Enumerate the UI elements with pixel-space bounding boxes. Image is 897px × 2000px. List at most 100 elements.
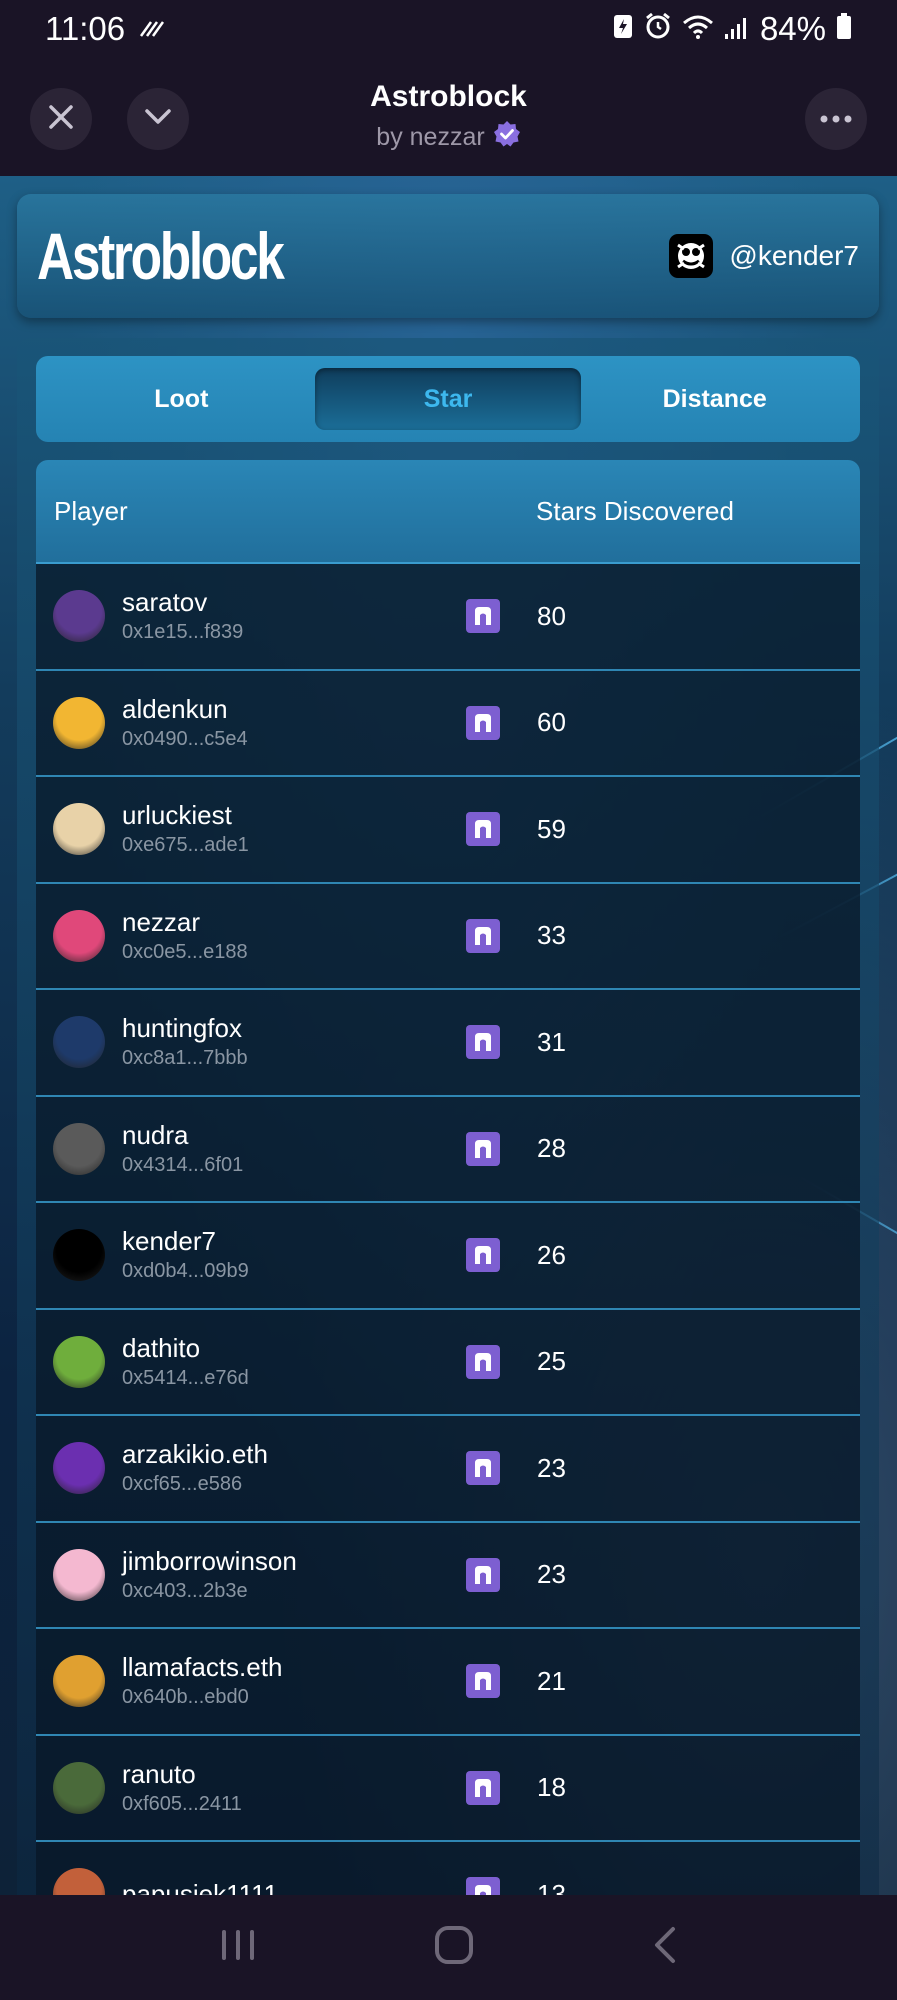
leaderboard-row[interactable]: jimborrowinson 0xc403...2b3e 23	[36, 1522, 860, 1629]
stars-count: 25	[537, 1346, 566, 1377]
player-address: 0xc8a1...7bbb	[122, 1047, 248, 1070]
nft-badge-icon	[466, 705, 500, 740]
nft-badge-icon	[466, 1557, 500, 1592]
astroblock-logo: Astroblock	[37, 219, 285, 293]
game-page: Astroblock @kender7 Loot Star Distance P…	[0, 176, 897, 1895]
nft-badge-icon	[466, 1344, 500, 1379]
leaderboard-row[interactable]: kender7 0xd0b4...09b9 26	[36, 1203, 860, 1310]
player-name: arzakikio.eth	[122, 1439, 268, 1470]
app-title: Astroblock	[370, 79, 527, 113]
player-address: 0xc403...2b3e	[122, 1579, 248, 1602]
player-address: 0xc0e5...e188	[122, 940, 248, 963]
status-time: 11:06	[45, 10, 126, 47]
status-bar: 11:06 84%	[0, 0, 897, 58]
player-avatar	[53, 1016, 105, 1069]
player-address: 0xcf65...e586	[122, 1473, 243, 1496]
brand-card: Astroblock @kender7	[17, 194, 879, 318]
tab-distance[interactable]: Distance	[581, 368, 848, 430]
player-address: 0xe675...ade1	[122, 834, 249, 857]
player-name: papusiek1111	[122, 1879, 279, 1895]
stars-count: 31	[537, 1026, 566, 1057]
nft-badge-icon	[466, 1770, 500, 1805]
user-handle: @kender7	[729, 240, 859, 271]
user-chip[interactable]: @kender7	[669, 234, 859, 278]
leaderboard-table: Player Stars Discovered saratov 0x1e15..…	[36, 460, 860, 1895]
nft-badge-icon	[466, 1664, 500, 1699]
leaderboard-row[interactable]: ranuto 0xf605...2411 18	[36, 1735, 860, 1842]
app-header: Astroblock by nezzar	[0, 58, 897, 176]
player-name: saratov	[122, 587, 208, 618]
leaderboard-tabs: Loot Star Distance	[36, 356, 860, 442]
nft-badge-icon	[466, 812, 500, 847]
player-avatar	[53, 696, 105, 749]
column-header-stars: Stars Discovered	[536, 495, 734, 526]
nft-badge-icon	[466, 1131, 500, 1166]
player-address: 0xf605...2411	[122, 1792, 242, 1815]
player-name: nudra	[122, 1119, 189, 1150]
nft-badge-icon	[466, 1877, 500, 1895]
player-avatar	[53, 590, 105, 643]
player-avatar	[53, 1335, 105, 1388]
call-forward-icon	[139, 10, 165, 48]
table-body: saratov 0x1e15...f839 80 aldenkun 0x0490…	[36, 564, 860, 1895]
recent-apps-button[interactable]	[219, 1927, 257, 1968]
player-avatar	[53, 1548, 105, 1601]
nft-badge-icon	[466, 918, 500, 953]
player-name: urluckiest	[122, 800, 232, 831]
player-name: dathito	[122, 1332, 201, 1363]
player-address: 0x5414...e76d	[122, 1366, 249, 1389]
player-name: aldenkun	[122, 693, 228, 724]
player-address: 0x0490...c5e4	[122, 727, 248, 750]
nft-badge-icon	[466, 599, 500, 634]
column-header-player: Player	[54, 495, 128, 526]
leaderboard-row[interactable]: dathito 0x5414...e76d 25	[36, 1309, 860, 1416]
leaderboard-row[interactable]: aldenkun 0x0490...c5e4 60	[36, 670, 860, 777]
alarm-icon	[644, 10, 672, 48]
tab-star[interactable]: Star	[314, 368, 582, 430]
player-avatar	[53, 1442, 105, 1495]
player-address: 0xd0b4...09b9	[122, 1260, 249, 1283]
minimize-button[interactable]	[127, 88, 189, 150]
leaderboard-row[interactable]: saratov 0x1e15...f839 80	[36, 564, 860, 671]
stars-count: 28	[537, 1133, 566, 1164]
stars-count: 13	[537, 1878, 566, 1895]
more-options-button[interactable]	[805, 88, 867, 150]
stars-count: 60	[537, 707, 566, 738]
signal-icon	[724, 10, 750, 48]
leaderboard-row[interactable]: llamafacts.eth 0x640b...ebd0 21	[36, 1629, 860, 1736]
leaderboard-row[interactable]: urluckiest 0xe675...ade1 59	[36, 777, 860, 884]
stars-count: 26	[537, 1239, 566, 1270]
battery-icon	[836, 10, 852, 48]
leaderboard-row[interactable]: arzakikio.eth 0xcf65...e586 23	[36, 1416, 860, 1523]
stars-count: 33	[537, 920, 566, 951]
tab-loot[interactable]: Loot	[48, 368, 315, 430]
leaderboard-row[interactable]: nudra 0x4314...6f01 28	[36, 1096, 860, 1203]
nft-badge-icon	[466, 1238, 500, 1273]
stars-count: 23	[537, 1452, 566, 1483]
player-address: 0x4314...6f01	[122, 1153, 244, 1176]
more-horizontal-icon	[820, 110, 852, 128]
player-avatar	[53, 803, 105, 856]
wifi-icon	[682, 10, 714, 48]
player-name: jimborrowinson	[122, 1545, 297, 1576]
player-avatar	[53, 1229, 105, 1282]
player-avatar	[53, 1761, 105, 1814]
battery-percent: 84%	[759, 10, 826, 47]
player-name: kender7	[122, 1226, 216, 1257]
stars-count: 23	[537, 1559, 566, 1590]
stars-count: 80	[537, 600, 566, 631]
leaderboard-row[interactable]: papusiek1111 13	[36, 1842, 860, 1895]
player-avatar	[53, 1868, 105, 1895]
leaderboard-panel: Loot Star Distance Player Stars Discover…	[17, 338, 879, 1895]
close-button[interactable]	[30, 88, 92, 150]
stars-count: 59	[537, 813, 566, 844]
home-button[interactable]	[434, 1925, 474, 1970]
back-button[interactable]	[651, 1925, 679, 1970]
player-avatar	[53, 1122, 105, 1175]
leaderboard-row[interactable]: nezzar 0xc0e5...e188 33	[36, 883, 860, 990]
player-name: huntingfox	[122, 1013, 242, 1044]
table-header: Player Stars Discovered	[36, 460, 860, 564]
stars-count: 21	[537, 1665, 566, 1696]
leaderboard-row[interactable]: huntingfox 0xc8a1...7bbb 31	[36, 990, 860, 1097]
player-avatar	[53, 1655, 105, 1708]
